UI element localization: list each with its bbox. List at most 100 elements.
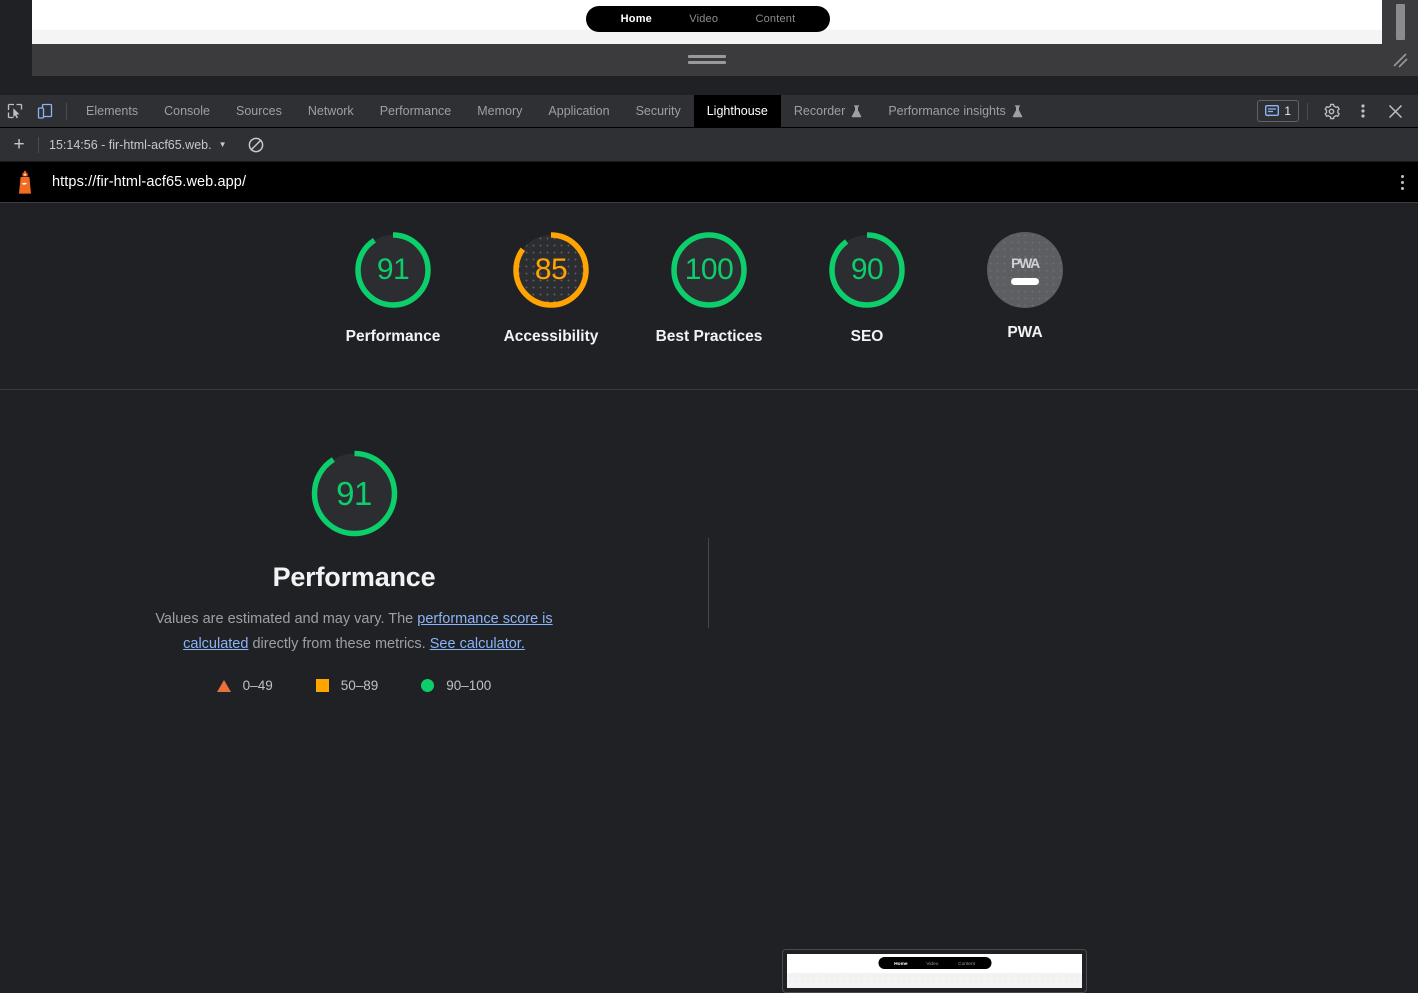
devtools-toolbar-right: 1: [1257, 98, 1418, 124]
viewport-scrollbar-thumb[interactable]: [1396, 4, 1405, 40]
score-gauge-accessibility[interactable]: 85 Accessibility: [491, 228, 611, 348]
tab-security[interactable]: Security: [623, 95, 694, 128]
viewport-lower-gutter: [0, 76, 1418, 95]
detail-vertical-divider: [708, 538, 709, 628]
chevron-down-icon: ▼: [219, 140, 227, 149]
gauge-label: Best Practices: [656, 325, 763, 348]
legend-range: 0–49: [243, 678, 273, 693]
viewport-drag-handle-icon[interactable]: [688, 55, 726, 65]
screenshot-nav-content: Content: [958, 960, 975, 965]
tab-memory[interactable]: Memory: [464, 95, 535, 128]
gauge-row: 91 Performance 85 Accessibility 100 Best: [0, 203, 1418, 389]
category-detail-section: 91 Performance Values are estimated and …: [0, 391, 1418, 724]
gauge-value: 85: [509, 228, 593, 312]
performance-detail-header: 91 Performance Values are estimated and …: [0, 391, 708, 724]
square-icon: [316, 679, 329, 692]
score-summary-strip: 91 Performance 85 Accessibility 100 Best: [0, 203, 1418, 390]
tab-label: Performance insights: [888, 104, 1005, 118]
tab-lighthouse[interactable]: Lighthouse: [694, 95, 781, 128]
score-gauge-seo[interactable]: 90 SEO: [807, 228, 927, 348]
tab-label: Console: [164, 104, 210, 118]
pwa-dash-icon: [1011, 278, 1039, 285]
lighthouse-logo-icon: [14, 169, 36, 195]
see-calculator-link[interactable]: See calculator.: [430, 636, 525, 652]
gauge-ring: 90: [825, 228, 909, 312]
tab-label: Lighthouse: [707, 104, 768, 118]
gear-icon[interactable]: [1316, 98, 1346, 124]
tab-label: Recorder: [794, 104, 845, 118]
gauge-value: 100: [667, 228, 751, 312]
final-screenshot-thumbnail[interactable]: Home Video Content: [782, 949, 1087, 993]
screenshot-nav-home: Home: [894, 960, 907, 965]
triangle-icon: [217, 680, 231, 692]
screenshot-nav-video: Video: [927, 960, 939, 965]
experiment-beaker-icon: [851, 105, 862, 118]
score-gauge-best-practices[interactable]: 100 Best Practices: [649, 228, 769, 348]
tab-label: Elements: [86, 104, 138, 118]
score-gauge-performance[interactable]: 91 Performance: [333, 228, 453, 348]
rendered-page-frame[interactable]: Home Video Content: [32, 0, 1382, 44]
gauge-label: SEO: [851, 325, 884, 348]
report-url-bar: https://fir-html-acf65.web.app/: [0, 162, 1418, 203]
lighthouse-toolbar: + 15:14:56 - fir-html-acf65.web. ▼: [0, 128, 1418, 162]
experiment-beaker-icon: [1012, 105, 1023, 118]
close-icon[interactable]: [1380, 98, 1410, 124]
gauge-label: Accessibility: [504, 325, 599, 348]
score-gauge-pwa[interactable]: PWA PWA: [965, 228, 1085, 344]
gauge-ring: 100: [667, 228, 751, 312]
toolbar-divider: [1307, 103, 1308, 120]
report-selector-label: 15:14:56 - fir-html-acf65.web.: [49, 138, 212, 152]
message-icon: [1265, 105, 1279, 118]
tab-performance[interactable]: Performance: [367, 95, 465, 128]
gauge-value: 90: [825, 228, 909, 312]
tab-application[interactable]: Application: [535, 95, 622, 128]
new-report-button[interactable]: +: [0, 128, 38, 162]
tab-console[interactable]: Console: [151, 95, 223, 128]
tab-label: Network: [308, 104, 354, 118]
gauge-value: 91: [351, 228, 435, 312]
tab-label: Sources: [236, 104, 282, 118]
screenshot-nav-pill: Home Video Content: [878, 957, 991, 969]
page-nav-pill[interactable]: Home Video Content: [586, 6, 830, 32]
inspect-element-icon[interactable]: [0, 98, 30, 124]
pwa-badge-label: PWA: [1011, 255, 1039, 271]
screenshot-image: Home Video Content: [787, 954, 1082, 988]
gauge-ring: 91: [351, 228, 435, 312]
tab-network[interactable]: Network: [295, 95, 367, 128]
gauge-label: Performance: [346, 325, 441, 348]
tab-recorder[interactable]: Recorder: [781, 95, 875, 128]
device-toolbar-icon[interactable]: [30, 98, 60, 124]
detail-gauge-ring[interactable]: 91: [307, 446, 402, 541]
detail-gauge-value: 91: [307, 446, 402, 541]
page-nav-item-video[interactable]: Video: [689, 13, 718, 25]
message-count-badge[interactable]: 1: [1257, 100, 1299, 122]
devtools-tab-bar: Elements Console Sources Network Perform…: [0, 95, 1418, 128]
score-legend: 0–49 50–89 90–100: [217, 678, 492, 693]
circle-icon: [421, 679, 434, 692]
viewport-scrollbar[interactable]: [1382, 0, 1418, 44]
tab-label: Security: [636, 104, 681, 118]
screenshot-bottom: [787, 973, 1082, 988]
gauge-ring: 85: [509, 228, 593, 312]
kebab-menu-icon[interactable]: [1401, 175, 1404, 190]
tab-performance-insights[interactable]: Performance insights: [875, 95, 1035, 128]
kebab-menu-icon[interactable]: [1348, 98, 1378, 124]
viewport-resize-bar[interactable]: [32, 44, 1382, 76]
report-selector-dropdown[interactable]: 15:14:56 - fir-html-acf65.web. ▼: [39, 132, 237, 158]
legend-item-average: 50–89: [316, 678, 379, 693]
toolbar-divider: [66, 103, 67, 120]
viewport-left-gutter: [0, 0, 32, 76]
desc-text-2: directly from these metrics.: [248, 636, 429, 652]
tab-label: Performance: [380, 104, 452, 118]
page-nav-item-content[interactable]: Content: [755, 13, 795, 25]
desc-text-1: Values are estimated and may vary. The: [155, 611, 417, 627]
clear-icon[interactable]: [241, 132, 271, 158]
viewport-resize-corner-icon[interactable]: [1390, 50, 1410, 70]
tab-elements[interactable]: Elements: [73, 95, 151, 128]
legend-range: 50–89: [341, 678, 379, 693]
tab-label: Application: [548, 104, 609, 118]
detail-description: Values are estimated and may vary. The p…: [154, 607, 554, 657]
page-nav-item-home[interactable]: Home: [621, 13, 652, 25]
tab-sources[interactable]: Sources: [223, 95, 295, 128]
legend-item-pass: 90–100: [421, 678, 491, 693]
